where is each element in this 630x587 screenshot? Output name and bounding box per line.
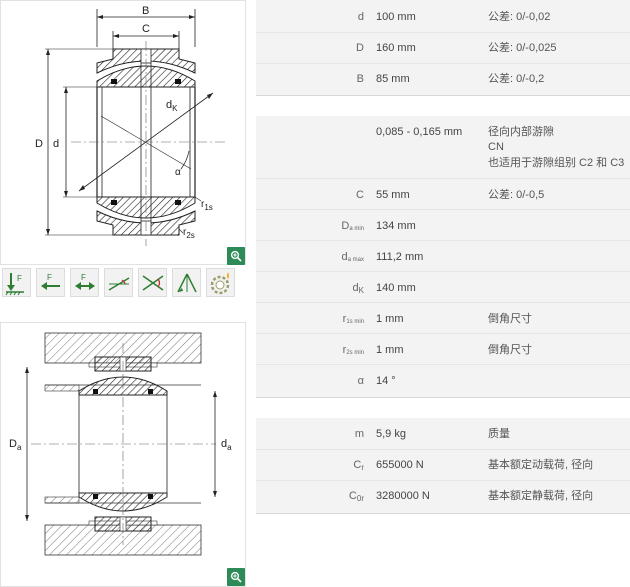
feature-icon-row: F F F — [2, 268, 235, 298]
label-d: d — [53, 138, 59, 150]
axial-load-left-icon: F — [40, 273, 60, 290]
row-label: α — [357, 375, 364, 387]
row-value: 111,2 mm — [376, 251, 424, 263]
axial-load-both-button[interactable]: F — [70, 268, 99, 297]
row-label: C — [356, 189, 364, 201]
row-divider — [256, 302, 630, 303]
svg-text:F: F — [17, 274, 22, 283]
row-value: 140 mm — [376, 282, 416, 294]
row-divider — [256, 240, 630, 241]
row-label: dK — [352, 282, 364, 295]
row-label: C0r — [348, 490, 364, 503]
row-note: 倒角尺寸 — [488, 344, 532, 356]
row-divider — [256, 63, 630, 64]
radial-load-button[interactable]: F — [2, 268, 31, 297]
clearance-note-line-3: 也适用于游隙组别 C2 和 C3 — [488, 157, 625, 169]
zoom-icon — [230, 571, 242, 583]
radial-load-icon: F — [5, 272, 24, 295]
row-label: da max — [341, 251, 364, 263]
tilt-angle-icon — [108, 276, 129, 291]
label-C: C — [142, 23, 150, 35]
row-value: 1 mm — [376, 344, 404, 356]
row-note: 基本额定静载荷, 径向 — [488, 490, 594, 502]
mounting-dimensions-drawing: Da da — [0, 322, 246, 587]
row-divider — [256, 449, 630, 450]
row-divider — [256, 178, 630, 179]
maintenance-free-icon — [210, 271, 229, 294]
zoom-top-drawing-button[interactable] — [227, 247, 245, 265]
drawings-column: B C dK α D d r1s r2s F F F Da da — [0, 0, 246, 587]
svg-text:F: F — [81, 273, 86, 282]
oscillation-button[interactable] — [172, 268, 201, 297]
row-note: 质量 — [488, 428, 510, 440]
svg-text:F: F — [47, 273, 52, 282]
row-value: 3280000 N — [376, 490, 430, 502]
label-B: B — [142, 5, 149, 17]
row-value: 5,9 kg — [376, 428, 406, 440]
misalignment-button[interactable] — [138, 268, 167, 297]
misalignment-icon — [142, 274, 163, 291]
oscillation-icon — [176, 273, 197, 292]
row-note: 倒角尺寸 — [488, 313, 532, 325]
row-note: 公差: 0/-0,2 — [488, 73, 545, 85]
axial-load-both-icon: F — [74, 273, 95, 290]
label-r1s: r1s — [201, 199, 213, 212]
maintenance-free-button[interactable] — [206, 268, 235, 297]
label-alpha: α — [175, 167, 181, 178]
row-value: 14 ° — [376, 375, 396, 387]
load-ratings-table: m 5,9 kg 质量 Cr 655000 N 基本额定动载荷, 径向 C0r … — [256, 418, 630, 514]
row-label: r1s min — [342, 313, 364, 325]
row-value: 655000 N — [376, 459, 424, 471]
row-value: 55 mm — [376, 189, 410, 201]
row-label: r2s min — [342, 344, 364, 356]
row-note: 公差: 0/-0,02 — [488, 11, 551, 23]
clearance-note-line-2: CN — [488, 141, 504, 153]
row-value: 134 mm — [376, 220, 416, 232]
zoom-icon — [230, 250, 242, 262]
label-dK: dK — [166, 99, 178, 113]
row-label: d — [357, 11, 364, 23]
bearing-section-drawing: B C dK α D d r1s r2s — [0, 0, 246, 265]
row-label: Cr — [353, 459, 364, 472]
label-r2s: r2s — [183, 227, 195, 240]
row-label: B — [356, 73, 364, 85]
clearance-note-line-1: 径向内部游隙 — [488, 126, 554, 138]
row-value: 100 mm — [376, 11, 416, 23]
row-value: 160 mm — [376, 42, 416, 54]
row-label: Da min — [341, 220, 364, 232]
mounting-section-svg: Da da — [9, 332, 232, 556]
bearing-section-svg: B C dK α D d r1s r2s — [35, 5, 226, 246]
row-value: 85 mm — [376, 73, 410, 85]
tilt-angle-button[interactable] — [104, 268, 133, 297]
row-divider — [256, 333, 630, 334]
label-da: da — [221, 438, 232, 452]
row-divider — [256, 32, 630, 33]
label-Da: Da — [9, 438, 22, 452]
row-value: 1 mm — [376, 313, 404, 325]
row-divider — [256, 480, 630, 481]
zoom-bottom-drawing-button[interactable] — [227, 568, 245, 586]
label-D: D — [35, 138, 43, 150]
row-label: m — [354, 428, 364, 440]
clearance-value: 0,085 - 0,165 mm — [376, 126, 463, 138]
row-divider — [256, 209, 630, 210]
row-note: 公差: 0/-0,025 — [488, 42, 557, 54]
row-divider — [256, 271, 630, 272]
dimensions-table: d 100 mm 公差: 0/-0,02 D 160 mm 公差: 0/-0,0… — [256, 0, 630, 96]
details-table: 0,085 - 0,165 mm 径向内部游隙 CN 也适用于游隙组别 C2 和… — [256, 116, 630, 398]
row-note: 公差: 0/-0,5 — [488, 189, 545, 201]
row-divider — [256, 364, 630, 365]
row-label: D — [356, 42, 364, 54]
axial-load-left-button[interactable]: F — [36, 268, 65, 297]
row-note: 基本额定动载荷, 径向 — [488, 459, 594, 471]
